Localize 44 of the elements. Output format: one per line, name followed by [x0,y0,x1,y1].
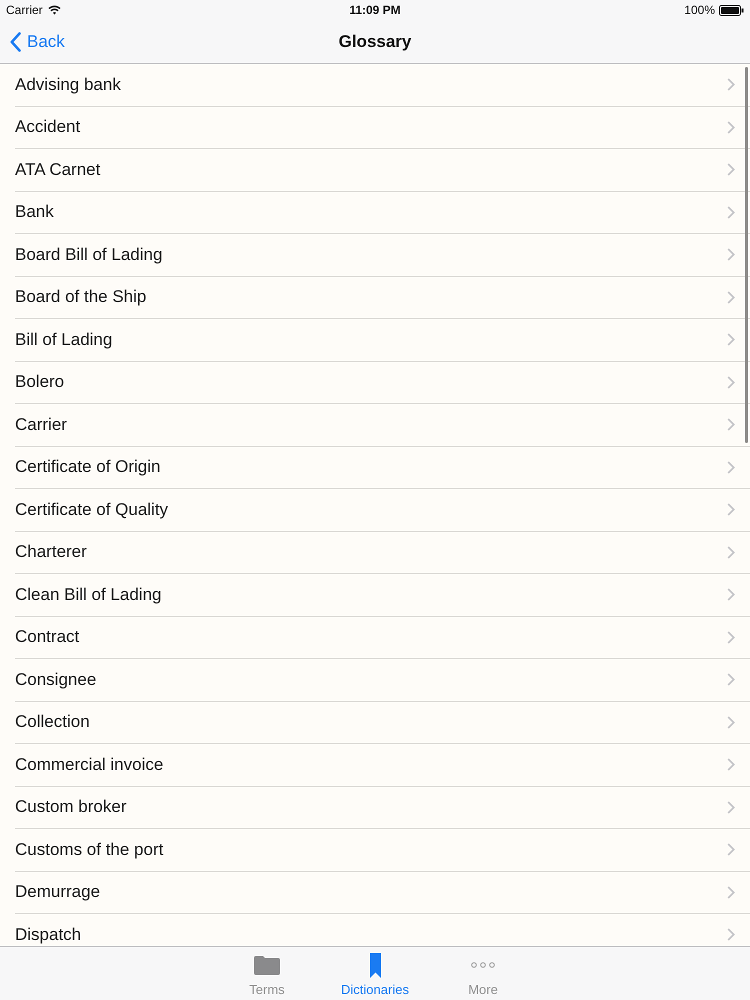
glossary-item[interactable]: Charterer [15,532,750,574]
tab[interactable]: Dictionaries [321,947,429,1000]
nav-title: Glossary [338,32,412,52]
chevron-right-icon [727,460,735,474]
chevron-right-icon [727,843,735,856]
glossary-item[interactable]: Clean Bill of Lading [15,574,750,616]
chevron-right-icon [727,333,735,346]
glossary-item[interactable]: Demurrage [15,872,750,914]
chevron-right-icon [727,78,735,92]
glossary-item[interactable]: Customs of the port [15,829,750,872]
chevron-right-icon [727,418,735,432]
wifi-icon [48,5,61,15]
chevron-right-icon [727,290,735,304]
chevron-right-icon [727,673,735,686]
status-time: 11:09 PM [349,3,401,17]
glossary-item[interactable]: Contract [15,616,750,659]
chevron-right-icon [727,886,735,899]
chevron-left-icon [10,32,21,52]
three-dots-icon [471,962,495,968]
battery-icon [719,4,744,16]
glossary-item[interactable]: Custom broker [15,786,750,829]
chevron-right-icon [727,630,735,644]
battery-percent: 100% [684,3,715,17]
chevron-right-icon [727,546,735,559]
chevron-right-icon [727,248,735,262]
chevron-right-icon [727,928,735,942]
glossary-item[interactable]: Certificate of Quality [15,489,750,532]
chevron-right-icon [727,503,735,516]
chevron-right-icon [727,758,735,772]
chevron-right-icon [727,588,735,602]
bookmark-icon [370,952,380,978]
chevron-right-icon [727,800,735,814]
chevron-right-icon [727,163,735,176]
back-button[interactable]: Back [6,28,69,56]
chevron-right-icon [727,716,735,729]
glossary-item[interactable]: Collection [15,702,750,744]
glossary-item[interactable]: Consignee [15,659,750,702]
chevron-right-icon [727,376,735,389]
glossary-item[interactable]: Certificate of Origin [15,446,750,489]
chevron-right-icon [727,120,735,134]
glossary-item[interactable]: Commercial invoice [15,744,750,786]
folder-icon [254,956,280,974]
carrier-name: Carrier [6,3,43,17]
chevron-right-icon [727,206,735,219]
